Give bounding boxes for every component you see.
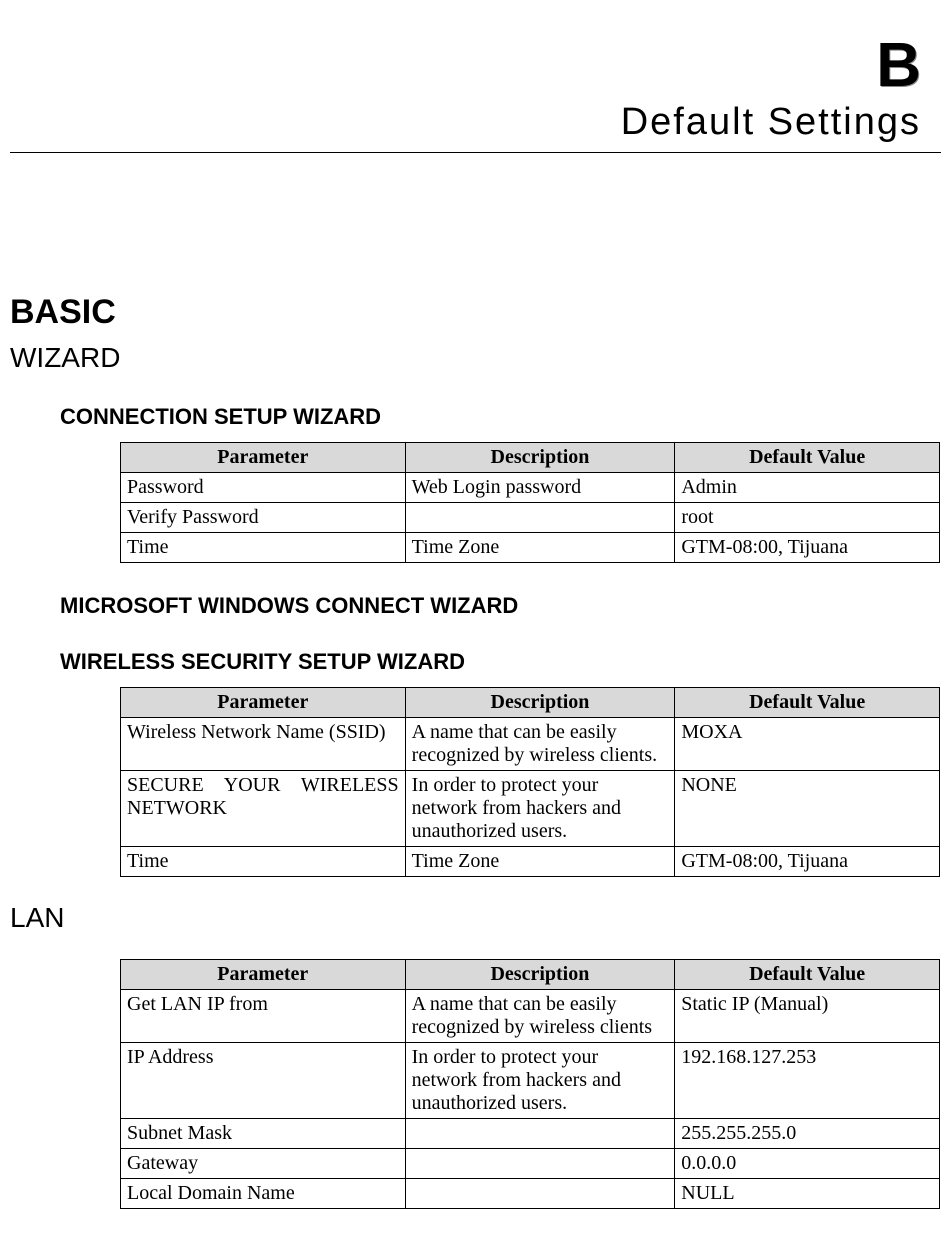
cell-param: Password: [121, 473, 406, 503]
cell-param: Verify Password: [121, 503, 406, 533]
cell-val: Admin: [675, 473, 940, 503]
header-default-value: Default Value: [675, 688, 940, 718]
table-row: Password Web Login password Admin: [121, 473, 940, 503]
cell-val: Static IP (Manual): [675, 990, 940, 1043]
cell-desc: In order to protect your network from ha…: [405, 771, 675, 847]
heading-wireless-security-setup-wizard: WIRELESS SECURITY SETUP WIZARD: [60, 649, 941, 675]
cell-param: Gateway: [121, 1149, 406, 1179]
cell-desc: Web Login password: [405, 473, 675, 503]
cell-val: root: [675, 503, 940, 533]
table-row: Local Domain Name NULL: [121, 1179, 940, 1209]
table-row: Wireless Network Name (SSID) A name that…: [121, 718, 940, 771]
heading-ms-windows-connect-wizard: MICROSOFT WINDOWS CONNECT WIZARD: [60, 593, 941, 619]
header-default-value: Default Value: [675, 960, 940, 990]
cell-param: Time: [121, 533, 406, 563]
cell-desc: [405, 503, 675, 533]
heading-wizard: WIZARD: [10, 342, 941, 374]
cell-val: GTM-08:00, Tijuana: [675, 847, 940, 877]
header-default-value: Default Value: [675, 443, 940, 473]
header-description: Description: [405, 960, 675, 990]
cell-param: SECURE YOUR WIRELESS NETWORK: [121, 771, 406, 847]
appendix-letter: B: [10, 20, 941, 101]
cell-desc: Time Zone: [405, 533, 675, 563]
cell-val: MOXA: [675, 718, 940, 771]
cell-param: IP Address: [121, 1043, 406, 1119]
heading-connection-setup-wizard: CONNECTION SETUP WIZARD: [60, 404, 941, 430]
cell-param: Time: [121, 847, 406, 877]
table-row: Gateway 0.0.0.0: [121, 1149, 940, 1179]
cell-val: 0.0.0.0: [675, 1149, 940, 1179]
cell-param: Local Domain Name: [121, 1179, 406, 1209]
heading-basic: BASIC: [10, 293, 941, 332]
table-row: IP Address In order to protect your netw…: [121, 1043, 940, 1119]
table-wireless-security-setup-wizard: Parameter Description Default Value Wire…: [120, 687, 940, 877]
table-connection-setup-wizard: Parameter Description Default Value Pass…: [120, 442, 940, 563]
divider: [10, 152, 941, 153]
cell-param: Subnet Mask: [121, 1119, 406, 1149]
table-row: Subnet Mask 255.255.255.0: [121, 1119, 940, 1149]
table-row: Verify Password root: [121, 503, 940, 533]
cell-val: NULL: [675, 1179, 940, 1209]
table-header-row: Parameter Description Default Value: [121, 688, 940, 718]
cell-desc: A name that can be easily recognized by …: [405, 718, 675, 771]
appendix-title: Default Settings: [10, 101, 941, 152]
table-row: Get LAN IP from A name that can be easil…: [121, 990, 940, 1043]
cell-val: GTM-08:00, Tijuana: [675, 533, 940, 563]
header-parameter: Parameter: [121, 960, 406, 990]
table-header-row: Parameter Description Default Value: [121, 960, 940, 990]
header-parameter: Parameter: [121, 688, 406, 718]
cell-val: NONE: [675, 771, 940, 847]
cell-desc: A name that can be easily recognized by …: [405, 990, 675, 1043]
header-parameter: Parameter: [121, 443, 406, 473]
table-row: SECURE YOUR WIRELESS NETWORK In order to…: [121, 771, 940, 847]
cell-param: Wireless Network Name (SSID): [121, 718, 406, 771]
cell-desc: Time Zone: [405, 847, 675, 877]
cell-param: Get LAN IP from: [121, 990, 406, 1043]
cell-desc: In order to protect your network from ha…: [405, 1043, 675, 1119]
cell-val: 192.168.127.253: [675, 1043, 940, 1119]
table-row: Time Time Zone GTM-08:00, Tijuana: [121, 847, 940, 877]
table-header-row: Parameter Description Default Value: [121, 443, 940, 473]
cell-desc: [405, 1149, 675, 1179]
cell-desc: [405, 1179, 675, 1209]
header-description: Description: [405, 688, 675, 718]
table-row: Time Time Zone GTM-08:00, Tijuana: [121, 533, 940, 563]
header-description: Description: [405, 443, 675, 473]
cell-desc: [405, 1119, 675, 1149]
cell-val: 255.255.255.0: [675, 1119, 940, 1149]
table-lan: Parameter Description Default Value Get …: [120, 959, 940, 1209]
heading-lan: LAN: [10, 902, 941, 934]
